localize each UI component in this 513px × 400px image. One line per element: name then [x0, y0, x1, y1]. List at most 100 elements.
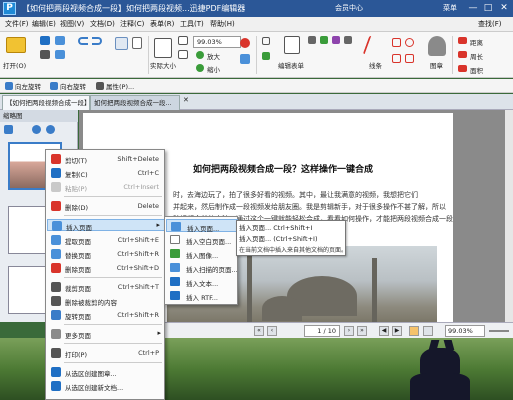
forward-view-button[interactable]: ▶ [392, 326, 402, 336]
fit-page-icon[interactable] [178, 36, 188, 45]
perimeter-button[interactable]: 周长 [470, 51, 483, 61]
open-folder-icon[interactable] [6, 37, 26, 53]
menu-item-cut[interactable]: 剪切(T) Shift+Delete [47, 153, 165, 165]
menu-item-delete[interactable]: 删除(D) Delete [47, 200, 165, 212]
menu-button[interactable]: 菜单 [443, 3, 457, 13]
close-tab-icon[interactable]: ✕ [183, 96, 189, 104]
field-radio-icon[interactable] [332, 36, 340, 44]
menu-comment[interactable]: 注释(C) [120, 19, 144, 29]
back-view-button[interactable]: ◀ [379, 326, 389, 336]
menu-item-more-pages[interactable]: 更多页面 ▸ [47, 328, 165, 340]
menu-view[interactable]: 视图(V) [60, 19, 84, 29]
fit-width-icon[interactable] [178, 50, 188, 59]
zoom-in-icon[interactable] [196, 51, 204, 59]
pencil-icon[interactable] [362, 36, 386, 54]
minimize-button[interactable]: — [466, 2, 480, 14]
page-nav-icon[interactable] [240, 38, 250, 48]
menu-item-print[interactable]: 打印(P) Ctrl+P [47, 347, 165, 359]
last-page-button[interactable]: » [357, 326, 367, 336]
text-box-icon[interactable] [262, 37, 270, 45]
field-text-icon[interactable] [308, 36, 316, 44]
single-page-view-icon[interactable] [409, 326, 419, 336]
next-page-button[interactable]: › [344, 326, 354, 336]
maximize-button[interactable]: □ [481, 2, 495, 14]
link-icon[interactable] [262, 52, 270, 60]
area-icon[interactable] [458, 65, 467, 72]
menu-tools[interactable]: 工具(T) [180, 19, 204, 29]
open-button-label[interactable]: 打开(O) [3, 60, 26, 70]
save-icon[interactable] [40, 36, 50, 45]
menu-item-extract-pages[interactable]: 提取页面 Ctrl+Shift+E [47, 234, 165, 246]
first-page-button[interactable]: « [254, 326, 264, 336]
submenu-item-insert-text[interactable]: 插入文本... [166, 275, 238, 288]
ellipse-icon[interactable] [405, 38, 414, 47]
actual-size-icon[interactable] [154, 38, 172, 58]
menu-item-delete-pages[interactable]: 删除页面 Ctrl+Shift+D [47, 262, 165, 274]
rotate-right-icon[interactable] [50, 82, 58, 90]
submenu-item-insert-image[interactable]: 插入图像... [166, 247, 238, 260]
undo-icon[interactable] [78, 37, 88, 45]
actual-size-button-label[interactable]: 实际大小 [150, 60, 176, 70]
menu-item-insert-page[interactable]: 插入页面 ▸ [47, 219, 165, 232]
menu-item-copy[interactable]: 复制(C) Ctrl+C [47, 167, 165, 179]
distance-button[interactable]: 距离 [470, 37, 483, 47]
tab-document-2[interactable]: 如何把两段视频合成一段... [90, 95, 180, 110]
zoom-combobox[interactable]: 99.03% [193, 36, 241, 48]
prev-page-button[interactable]: ‹ [267, 326, 277, 336]
zoom-out-thumb-icon[interactable] [32, 125, 41, 134]
menu-help[interactable]: 帮助(H) [210, 19, 235, 29]
page-view-icon[interactable] [240, 54, 250, 64]
area-button[interactable]: 面积 [470, 65, 483, 75]
menu-form[interactable]: 表单(R) [150, 19, 174, 29]
perimeter-icon[interactable] [458, 51, 467, 58]
menu-item-create-document[interactable]: 从选区创建新文档... [47, 380, 165, 392]
continuous-view-icon[interactable] [423, 326, 433, 336]
print-icon[interactable] [40, 50, 50, 59]
rotate-left-button[interactable]: 向左旋转 [15, 81, 41, 91]
submenu-item-insert-scan[interactable]: 插入扫描的页面... [166, 261, 238, 274]
close-button[interactable]: ✕ [497, 2, 511, 14]
rotate-right-button[interactable]: 向右旋转 [60, 81, 86, 91]
menu-edit[interactable]: 编辑(E) [32, 19, 56, 29]
line-button-label[interactable]: 线条 [369, 60, 382, 70]
edit-form-icon[interactable] [284, 36, 300, 54]
rotate-left-icon[interactable] [5, 82, 13, 90]
mail-icon[interactable] [55, 36, 65, 45]
zoom-in-thumb-icon[interactable] [46, 125, 55, 134]
submenu-item-insert-pages[interactable]: 插入页面... [166, 219, 238, 233]
properties-button[interactable]: 属性(P)... [106, 81, 134, 91]
menu-item-replace-pages[interactable]: 替换页面 Ctrl+Shift+R [47, 248, 165, 260]
menu-item-crop-pages[interactable]: 裁剪页面 Ctrl+Shift+T [47, 281, 165, 293]
zoom-out-button[interactable]: 缩小 [207, 64, 220, 74]
menu-document[interactable]: 文档(D) [90, 19, 115, 29]
menu-item-create-stamp[interactable]: 从选区创建图章... [47, 366, 165, 378]
edit-form-button-label[interactable]: 编辑表单 [278, 60, 304, 70]
zoom-slider[interactable] [489, 330, 509, 332]
polygon-icon[interactable] [392, 54, 401, 63]
redo-icon[interactable] [92, 37, 102, 45]
submenu-item-insert-blank[interactable]: 插入空白页面... [166, 233, 238, 246]
hand-tool-icon[interactable] [115, 37, 128, 50]
field-check-icon[interactable] [320, 36, 328, 44]
menu-item-delete-cropped[interactable]: 删除被裁剪的内容 [47, 295, 165, 307]
status-zoom-field[interactable]: 99.03% [445, 325, 485, 337]
zoom-in-button[interactable]: 放大 [207, 51, 220, 61]
select-text-icon[interactable] [132, 37, 142, 49]
find-button[interactable]: 查找(F) [478, 19, 502, 29]
zoom-out-icon[interactable] [196, 64, 204, 72]
tab-document-1[interactable]: 【如何把两段视频合成一段】 [2, 95, 90, 110]
cloud-icon[interactable] [405, 54, 414, 63]
rectangle-icon[interactable] [392, 38, 401, 47]
stamp-icon[interactable] [428, 36, 446, 56]
settings-icon[interactable] [4, 125, 13, 134]
menu-file[interactable]: 文件(F) [5, 19, 29, 29]
stamp-button-label[interactable]: 图章 [430, 60, 443, 70]
field-list-icon[interactable] [344, 36, 352, 44]
page-number-field[interactable]: 1 / 10 [304, 325, 340, 337]
distance-icon[interactable] [458, 37, 467, 44]
menu-item-rotate-pages[interactable]: 旋转页面 Ctrl+Shift+R [47, 309, 165, 321]
scan-icon[interactable] [55, 50, 65, 59]
submenu-item-insert-rtf[interactable]: 插入 RTF... [166, 289, 238, 302]
properties-icon[interactable] [96, 82, 104, 90]
member-center-button[interactable]: 会员中心 [335, 3, 363, 13]
